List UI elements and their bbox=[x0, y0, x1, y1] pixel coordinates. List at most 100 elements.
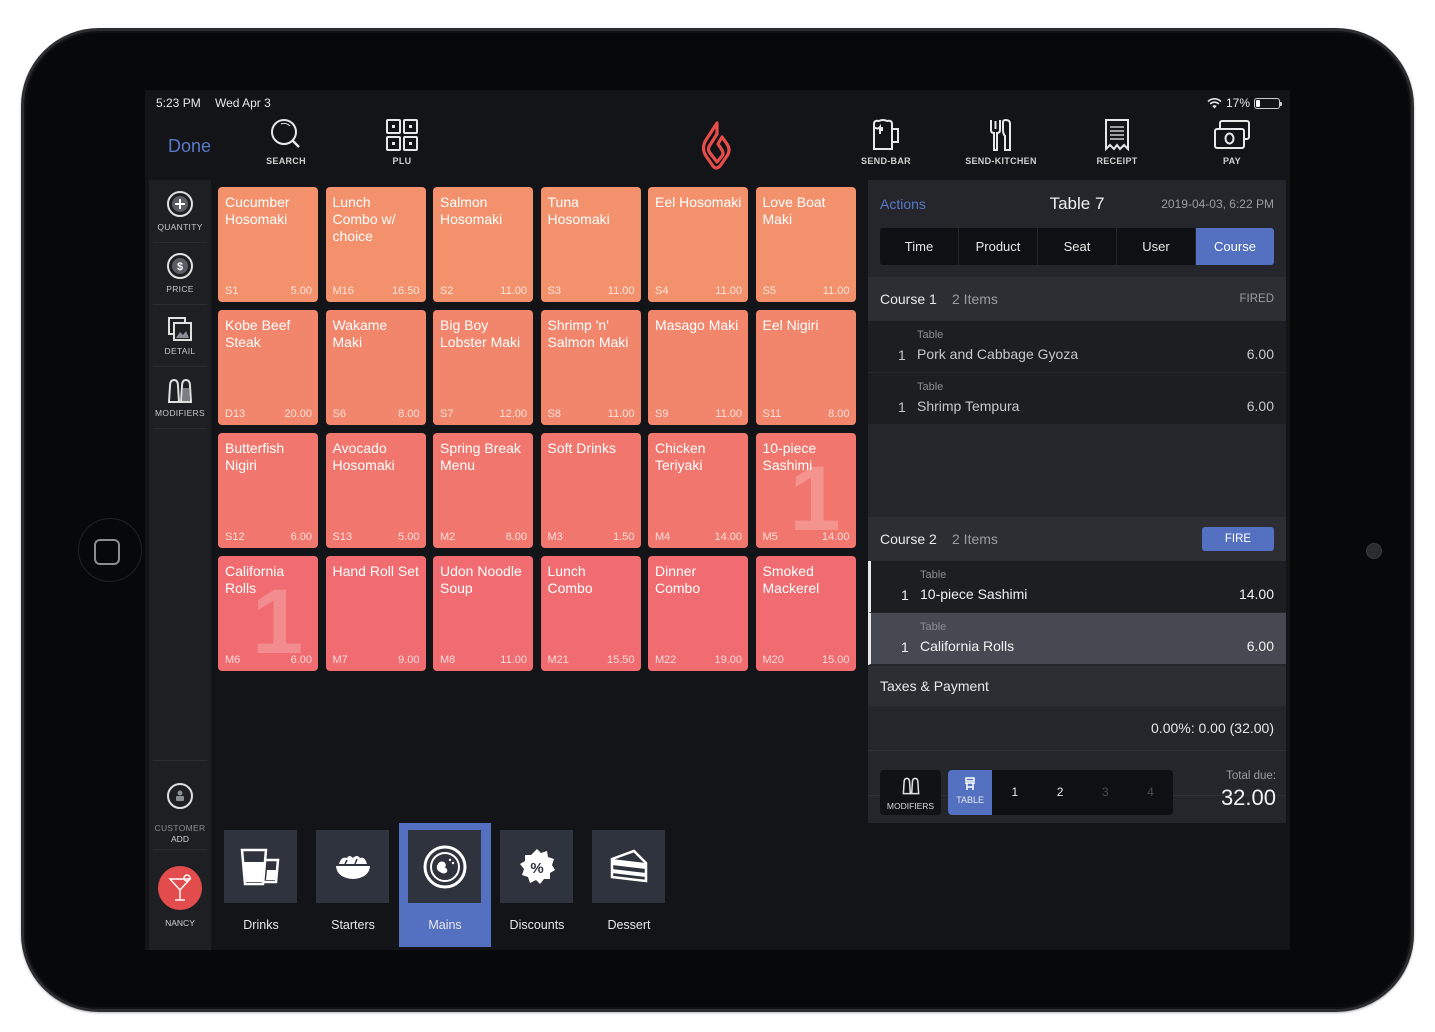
product-tile[interactable]: Kobe Beef Steak D13 20.00 bbox=[218, 310, 318, 425]
modifiers-label: MODIFIERS bbox=[155, 408, 205, 418]
product-tile[interactable]: Spring Break Menu M2 8.00 bbox=[433, 433, 533, 548]
product-tile[interactable]: Tuna Hosomaki S3 11.00 bbox=[540, 187, 641, 302]
send-bar-button[interactable]: SEND-BAR bbox=[836, 118, 936, 166]
sort-tab-seat[interactable]: Seat bbox=[1038, 228, 1117, 265]
quantity-button[interactable]: QUANTITY bbox=[149, 190, 211, 232]
product-tile[interactable]: Masago Maki S9 11.00 bbox=[648, 310, 748, 425]
product-price: 19.00 bbox=[714, 654, 742, 666]
sort-segmented-control: Time Product Seat User Course bbox=[880, 228, 1274, 265]
svg-text:$: $ bbox=[177, 261, 183, 273]
product-tile[interactable]: Lunch Combo w/ choice M16 16.50 bbox=[325, 187, 426, 302]
product-price: 8.00 bbox=[398, 408, 420, 420]
product-tile[interactable]: Butterfish Nigiri S12 6.00 bbox=[218, 433, 318, 548]
product-tile[interactable]: Udon Noodle Soup M8 11.00 bbox=[433, 556, 533, 671]
product-tile[interactable]: Eel Hosomaki S4 11.00 bbox=[648, 187, 748, 302]
course-name: Course 1 bbox=[880, 291, 937, 307]
seat-option[interactable]: 3 bbox=[1083, 770, 1128, 815]
status-bar: 5:23 PM Wed Apr 3 17% bbox=[145, 90, 1290, 116]
customer-add-label: ADD bbox=[171, 834, 189, 844]
customer-add-button[interactable] bbox=[149, 782, 211, 810]
modifiers-button[interactable]: MODIFIERS bbox=[149, 378, 211, 418]
product-code: M22 bbox=[655, 654, 677, 666]
product-price: 11.00 bbox=[715, 408, 742, 420]
sort-tab-user[interactable]: User bbox=[1117, 228, 1196, 265]
taxes-payment-header: Taxes & Payment bbox=[868, 666, 1286, 706]
user-avatar[interactable] bbox=[158, 866, 202, 910]
product-code: M6 bbox=[225, 654, 241, 666]
product-tile[interactable]: Cucumber Hosomaki S1 5.00 bbox=[218, 187, 318, 302]
quantity-label: QUANTITY bbox=[157, 222, 203, 232]
plu-label: PLU bbox=[392, 156, 412, 166]
home-square-icon bbox=[94, 539, 120, 565]
product-tile[interactable]: Wakame Maki S6 8.00 bbox=[325, 310, 426, 425]
product-tile[interactable]: Hand Roll Set M7 9.00 bbox=[325, 556, 426, 671]
product-name: Chicken Teriyaki bbox=[655, 440, 706, 473]
product-price: 16.50 bbox=[391, 285, 420, 297]
seat-option[interactable]: 2 bbox=[1037, 770, 1082, 815]
product-price: 11.00 bbox=[500, 654, 527, 666]
fire-course-button[interactable]: FIRE bbox=[1202, 527, 1274, 551]
product-tile[interactable]: Chicken Teriyaki M4 14.00 bbox=[648, 433, 748, 548]
flame-logo-icon bbox=[701, 121, 731, 170]
product-name: Spring Break Menu bbox=[440, 440, 521, 473]
sort-tab-time[interactable]: Time bbox=[880, 228, 959, 265]
seat-option[interactable]: 1 bbox=[992, 770, 1037, 815]
pay-button[interactable]: PAY bbox=[1182, 118, 1282, 166]
product-tile[interactable]: Avocado Hosomaki S13 5.00 bbox=[325, 433, 426, 548]
plate-icon bbox=[422, 844, 468, 890]
total-due-value: 32.00 bbox=[1220, 785, 1276, 810]
receipt-button[interactable]: RECEIPT bbox=[1067, 118, 1167, 166]
product-tile[interactable]: Love Boat Maki S5 11.00 bbox=[755, 187, 856, 302]
product-price: 11.00 bbox=[607, 408, 635, 420]
price-button[interactable]: $ PRICE bbox=[149, 252, 211, 294]
search-button[interactable]: SEARCH bbox=[236, 118, 336, 166]
total-due-label: Total due: bbox=[1226, 770, 1276, 782]
product-name: Dinner Combo bbox=[655, 563, 701, 596]
done-button[interactable]: Done bbox=[168, 136, 211, 157]
order-modifiers-button[interactable]: MODIFIERS bbox=[880, 770, 941, 815]
product-tile[interactable]: 1 10-piece Sashimi M5 14.00 bbox=[755, 433, 856, 548]
detail-button[interactable]: DETAIL bbox=[149, 316, 211, 356]
seat-option[interactable]: 4 bbox=[1128, 770, 1173, 815]
product-tile[interactable]: 1 California Rolls M6 6.00 bbox=[218, 556, 318, 671]
line-item-quantity: 1 bbox=[898, 399, 906, 415]
order-line-item[interactable]: Table 1 10-piece Sashimi 14.00 bbox=[868, 561, 1286, 613]
product-tile[interactable]: Smoked Mackerel M20 15.00 bbox=[755, 556, 856, 671]
category-icon-box bbox=[592, 830, 665, 903]
product-tile[interactable]: Shrimp 'n' Salmon Maki S8 11.00 bbox=[540, 310, 641, 425]
product-tile[interactable]: Eel Nigiri S11 8.00 bbox=[755, 310, 856, 425]
category-drinks[interactable]: Drinks bbox=[215, 823, 307, 947]
salt-pepper-icon bbox=[167, 378, 193, 403]
user-button[interactable]: NANCY bbox=[149, 866, 211, 928]
home-button[interactable] bbox=[78, 518, 142, 582]
product-tile[interactable]: Big Boy Lobster Maki S7 12.00 bbox=[433, 310, 533, 425]
category-starters[interactable]: Starters bbox=[307, 823, 399, 947]
rail-divider bbox=[153, 428, 207, 429]
send-kitchen-button[interactable]: SEND-KITCHEN bbox=[951, 118, 1051, 166]
order-line-item[interactable]: Table 1 California Rolls 6.00 bbox=[868, 613, 1286, 665]
rail-divider bbox=[153, 304, 207, 305]
sort-tab-course[interactable]: Course bbox=[1196, 228, 1274, 265]
detail-images-icon bbox=[168, 317, 192, 341]
svg-text:%: % bbox=[530, 860, 543, 877]
course-header[interactable]: Course 1 2 Items FIRED bbox=[868, 277, 1286, 321]
product-tile[interactable]: Soft Drinks M3 1.50 bbox=[540, 433, 641, 548]
product-tile[interactable]: Dinner Combo M22 19.00 bbox=[648, 556, 748, 671]
sort-tab-product[interactable]: Product bbox=[959, 228, 1038, 265]
product-tile[interactable]: Lunch Combo M21 15.50 bbox=[540, 556, 641, 671]
product-code: S5 bbox=[762, 285, 776, 297]
tax-summary: 0.00%: 0.00 (32.00) bbox=[1151, 720, 1274, 736]
product-tile[interactable]: Salmon Hosomaki S2 11.00 bbox=[433, 187, 533, 302]
order-modifiers-label: MODIFIERS bbox=[886, 801, 935, 811]
category-label: Dessert bbox=[607, 918, 651, 932]
category-discounts[interactable]: % Discounts bbox=[491, 823, 583, 947]
plu-button[interactable]: PLU bbox=[352, 118, 452, 166]
line-item-seat: Table bbox=[917, 329, 944, 341]
category-dessert[interactable]: Dessert bbox=[583, 823, 675, 947]
category-mains[interactable]: Mains bbox=[399, 823, 491, 947]
seat-option[interactable]: TABLE bbox=[948, 770, 993, 815]
product-code: S1 bbox=[225, 285, 239, 297]
course-header[interactable]: Course 2 2 Items FIRE bbox=[868, 517, 1286, 561]
order-line-item[interactable]: Table 1 Pork and Cabbage Gyoza 6.00 bbox=[868, 321, 1286, 373]
order-line-item[interactable]: Table 1 Shrimp Tempura 6.00 bbox=[868, 373, 1286, 425]
